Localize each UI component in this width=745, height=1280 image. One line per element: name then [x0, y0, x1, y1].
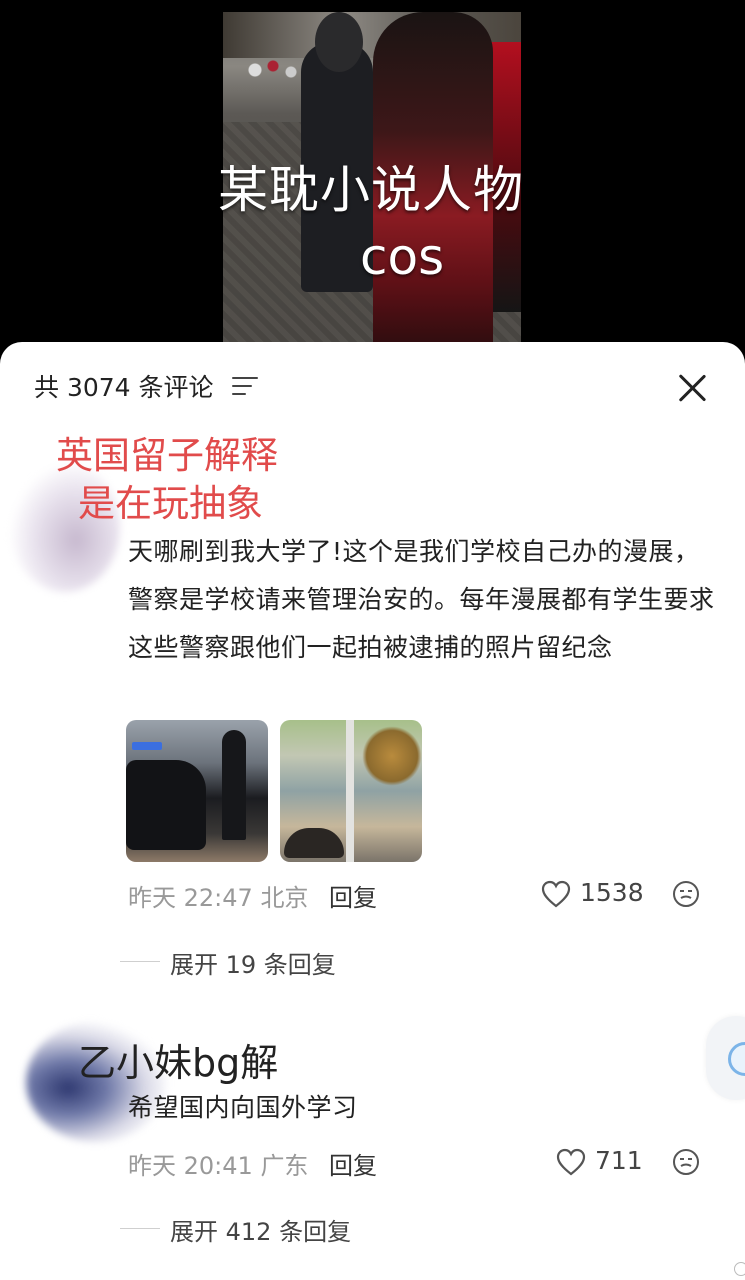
- close-icon[interactable]: [676, 372, 708, 404]
- comment-image-thumbnail[interactable]: [126, 720, 268, 862]
- reaction-emoji-icon[interactable]: [672, 1148, 700, 1176]
- comment-sheet: 共 3074 条评论 英国留子解释 是在玩抽象 天哪刷到我大学了!这个是我们学校…: [0, 342, 745, 1280]
- red-annotation-overlay: 英国留子解释 是在玩抽象: [56, 432, 278, 528]
- police-light: [132, 742, 162, 750]
- comment-image-thumbnail[interactable]: [280, 720, 422, 862]
- expand-divider: [120, 1228, 160, 1229]
- comment-text: 希望国内向国外学习: [128, 1093, 358, 1122]
- comment-count: 共 3074 条评论: [34, 373, 214, 402]
- video-officer-head: [315, 12, 363, 72]
- reaction-emoji-icon[interactable]: [672, 880, 700, 908]
- comment-text: 天哪刷到我大学了!这个是我们学校自己办的漫展，警察是学校请来管理治安的。每年漫展…: [128, 537, 715, 662]
- scroll-indicator: [734, 1262, 745, 1276]
- video-player[interactable]: 某耽小说人物 cos: [0, 0, 745, 370]
- reply-button[interactable]: 回复: [329, 878, 377, 913]
- comment-meta: 昨天 20:41 广东: [128, 1146, 308, 1181]
- comment-time: 昨天 20:41: [128, 1152, 253, 1180]
- chat-bubble-icon: [728, 1042, 745, 1076]
- comment-location: 北京: [260, 884, 309, 912]
- video-caption-line2: cos: [360, 228, 445, 286]
- tree: [362, 726, 422, 786]
- like-count: 1538: [580, 878, 644, 907]
- video-crowd: [243, 50, 303, 90]
- reply-button[interactable]: 回复: [329, 1146, 377, 1181]
- video-caption-line1: 某耽小说人物: [218, 161, 524, 219]
- heart-icon[interactable]: [556, 1148, 586, 1176]
- comment-meta: 昨天 22:47 北京: [128, 878, 308, 913]
- comment-sheet-header: 共 3074 条评论: [0, 342, 745, 432]
- expand-replies-button[interactable]: 展开 19 条回复: [170, 945, 336, 980]
- annotation-line2: 是在玩抽象: [78, 482, 263, 525]
- annotation-line1: 英国留子解释: [56, 434, 278, 477]
- side-floating-button[interactable]: [706, 1016, 745, 1100]
- comment-username[interactable]: 乙小妹bg解: [78, 1032, 278, 1087]
- filter-icon[interactable]: [232, 377, 258, 397]
- expand-divider: [120, 961, 160, 962]
- officer-figure: [222, 730, 246, 840]
- comment-location: 广东: [260, 1152, 309, 1180]
- comment-time: 昨天 22:47: [128, 884, 253, 912]
- chair: [284, 828, 344, 858]
- like-count: 711: [595, 1146, 643, 1175]
- expand-replies-button[interactable]: 展开 412 条回复: [170, 1212, 351, 1247]
- window-pillar: [346, 720, 354, 862]
- heart-icon[interactable]: [541, 880, 571, 908]
- police-car: [126, 760, 206, 850]
